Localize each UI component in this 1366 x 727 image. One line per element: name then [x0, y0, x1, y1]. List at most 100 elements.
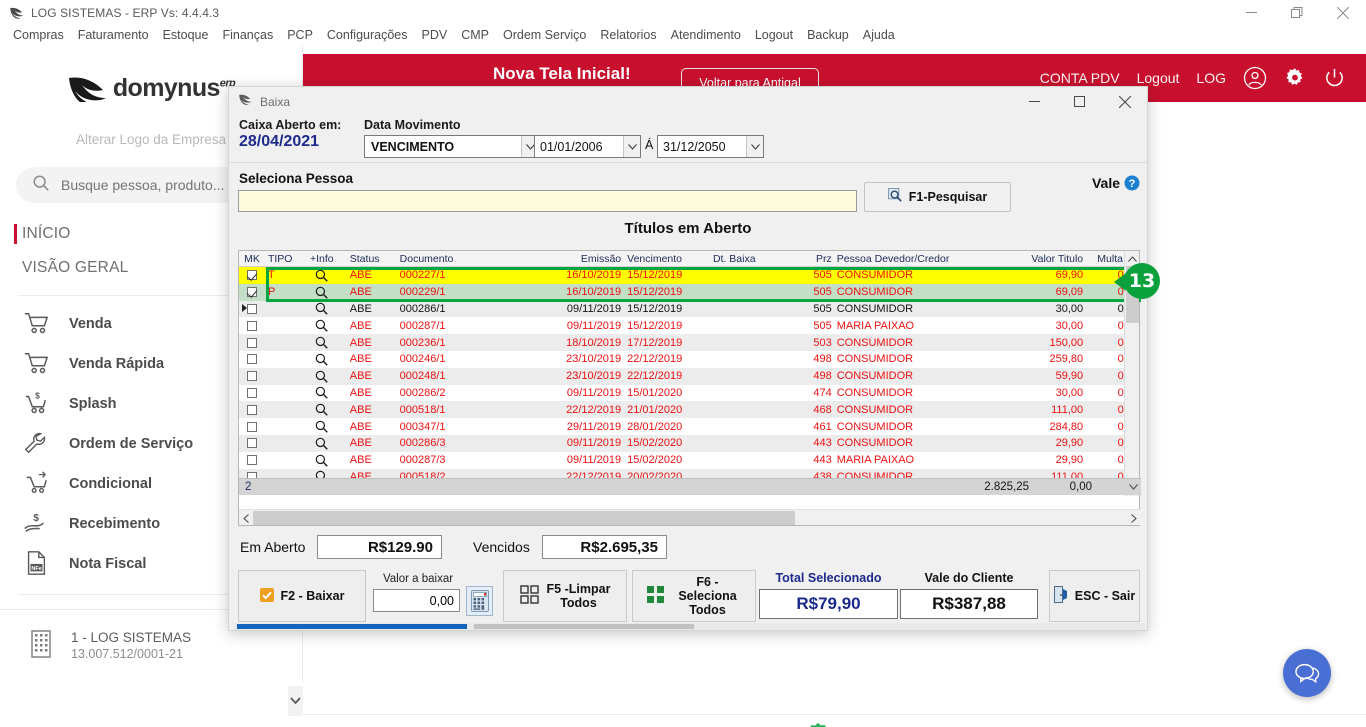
f1-pesquisar-button[interactable]: F1-Pesquisar: [864, 182, 1011, 212]
table-row[interactable]: T ABE 000227/1 16/10/2019 15/12/2019 505 CONSU…: [239, 267, 1139, 284]
column-header-documento[interactable]: Documento: [396, 251, 544, 267]
magnifier-icon[interactable]: [298, 418, 346, 435]
menu-item-logout[interactable]: Logout: [748, 25, 800, 46]
table-row[interactable]: ABE 000286/3 09/11/2019 15/02/2020 443 CONSUM…: [239, 434, 1139, 452]
magnifier-icon[interactable]: [298, 351, 346, 368]
data-movimento-select[interactable]: VENCIMENTO: [364, 135, 543, 158]
row-checkbox[interactable]: [239, 317, 265, 334]
checkbox[interactable]: [246, 421, 257, 432]
row-checkbox[interactable]: [239, 452, 265, 469]
chat-bubble-icon[interactable]: [1283, 649, 1331, 697]
help-circle-icon[interactable]: ?: [1124, 175, 1140, 196]
row-checkbox[interactable]: [239, 368, 265, 385]
logout-link[interactable]: Logout: [1137, 70, 1180, 86]
table-row[interactable]: ABE 000248/1 23/10/2019 22/12/2019 498 CONSUM…: [239, 367, 1139, 385]
scroll-right-icon[interactable]: [1127, 510, 1141, 526]
f6-seleciona-todos-button[interactable]: F6 - Seleciona Todos: [632, 570, 756, 622]
menu-item-atendimento[interactable]: Atendimento: [664, 25, 748, 46]
conta-pdv-link[interactable]: CONTA PDV: [1040, 70, 1120, 86]
grid-horizontal-scrollbar[interactable]: [239, 509, 1141, 525]
checkbox[interactable]: [246, 438, 257, 449]
scroll-down-icon[interactable]: [1129, 482, 1138, 492]
valor-a-baixar-input[interactable]: [373, 589, 460, 612]
table-row[interactable]: P ABE 000229/1 16/10/2019 15/12/2019 505 CONSU…: [239, 283, 1139, 301]
magnifier-icon[interactable]: [298, 368, 346, 385]
atalhos-uteis-section[interactable]: Atalhos Úteis: [803, 722, 947, 727]
scroll-left-icon[interactable]: [239, 510, 253, 526]
checkbox[interactable]: [246, 320, 257, 331]
checkbox[interactable]: [246, 404, 257, 415]
menu-item-cmp[interactable]: CMP: [454, 25, 496, 46]
column-header-emissao[interactable]: Emissão: [543, 251, 621, 267]
minimize-icon[interactable]: [1012, 87, 1057, 116]
table-row[interactable]: ABE 000286/2 09/11/2019 15/01/2020 474 CONSUM…: [239, 385, 1139, 402]
row-checkbox[interactable]: [239, 401, 265, 418]
table-row[interactable]: ABE 000286/1 09/11/2019 15/12/2019 505 CONSUM…: [239, 300, 1139, 318]
close-icon[interactable]: [1102, 87, 1147, 116]
row-checkbox[interactable]: [239, 435, 265, 452]
user-circle-icon[interactable]: [1243, 66, 1267, 90]
magnifier-icon[interactable]: [298, 452, 346, 469]
column-header-tipo[interactable]: TIPO: [265, 251, 298, 267]
checkbox[interactable]: [246, 371, 257, 382]
person-input[interactable]: [238, 190, 857, 212]
f2-baixar-button[interactable]: F2 - Baixar: [238, 570, 366, 622]
menu-item-pcp[interactable]: PCP: [280, 25, 320, 46]
menu-item-pdv[interactable]: PDV: [415, 25, 455, 46]
magnifier-icon[interactable]: [298, 435, 346, 452]
row-checkbox[interactable]: [239, 334, 265, 351]
maximize-icon[interactable]: [1057, 87, 1102, 116]
power-icon[interactable]: [1323, 67, 1346, 90]
restore-icon[interactable]: [1274, 0, 1320, 25]
table-row[interactable]: ABE 000287/3 09/11/2019 15/02/2020 443 MARIA …: [239, 452, 1139, 469]
dialog-title-bar[interactable]: Baixa: [229, 87, 1147, 116]
magnifier-icon[interactable]: [298, 401, 346, 418]
menu-item-ajuda[interactable]: Ajuda: [856, 25, 902, 46]
checkbox[interactable]: [246, 303, 257, 314]
log-link[interactable]: LOG: [1196, 70, 1226, 86]
checkbox[interactable]: [246, 337, 257, 348]
magnifier-icon[interactable]: [298, 317, 346, 334]
close-icon[interactable]: [1320, 0, 1366, 25]
menu-item-ordem-servico[interactable]: Ordem Serviço: [496, 25, 593, 46]
column-header-pessoa[interactable]: Pessoa Devedor/Credor: [832, 251, 995, 267]
column-header-dt-baixa[interactable]: Dt. Baixa: [699, 251, 794, 267]
column-header-mk[interactable]: MK: [239, 251, 265, 267]
column-header-prz[interactable]: Prz: [794, 251, 832, 267]
f5-limpar-todos-button[interactable]: F5 -Limpar Todos: [503, 570, 627, 622]
table-row[interactable]: ABE 000347/1 29/11/2019 28/01/2020 461 CONSUM…: [239, 418, 1139, 435]
magnifier-icon[interactable]: [298, 334, 346, 351]
menu-item-configuracoes[interactable]: Configurações: [320, 25, 415, 46]
magnifier-icon[interactable]: [298, 385, 346, 402]
table-row[interactable]: ABE 000246/1 23/10/2019 22/12/2019 498 CONSUM…: [239, 351, 1139, 368]
checkbox[interactable]: [246, 270, 257, 281]
date-from-select[interactable]: 01/01/2006: [534, 135, 641, 158]
magnifier-icon[interactable]: [298, 267, 346, 284]
row-checkbox[interactable]: [239, 267, 265, 284]
grid-hscroll-thumb[interactable]: [253, 511, 795, 525]
table-row[interactable]: ABE 000518/1 22/12/2019 21/01/2020 468 CONSUM…: [239, 401, 1139, 419]
esc-sair-button[interactable]: ESC - Sair: [1049, 570, 1140, 622]
checkbox[interactable]: [246, 287, 257, 298]
magnifier-icon[interactable]: [298, 301, 346, 318]
gear-icon[interactable]: [1284, 67, 1306, 89]
row-checkbox[interactable]: [239, 418, 265, 435]
column-header-valor-titulo[interactable]: Valor Titulo: [994, 251, 1083, 267]
menu-item-financas[interactable]: Finanças: [215, 25, 280, 46]
checkbox[interactable]: [246, 455, 257, 466]
calculator-icon[interactable]: [466, 586, 493, 616]
menu-item-relatorios[interactable]: Relatorios: [593, 25, 663, 46]
menu-item-faturamento[interactable]: Faturamento: [71, 25, 156, 46]
row-checkbox[interactable]: [239, 301, 265, 318]
table-row[interactable]: ABE 000236/1 18/10/2019 17/12/2019 503 CONSUM…: [239, 334, 1139, 351]
sidebar-scroll-down-button[interactable]: [288, 686, 303, 716]
row-checkbox[interactable]: [239, 284, 265, 301]
checkbox[interactable]: [246, 387, 257, 398]
column-header-info[interactable]: +Info: [298, 251, 346, 267]
table-row[interactable]: ABE 000287/1 09/11/2019 15/12/2019 505 MARIA …: [239, 317, 1139, 334]
column-header-status[interactable]: Status: [346, 251, 396, 267]
magnifier-icon[interactable]: [298, 284, 346, 301]
date-to-select[interactable]: 31/12/2050: [657, 135, 764, 158]
checkbox[interactable]: [246, 354, 257, 365]
column-header-vencimento[interactable]: Vencimento: [621, 251, 699, 267]
